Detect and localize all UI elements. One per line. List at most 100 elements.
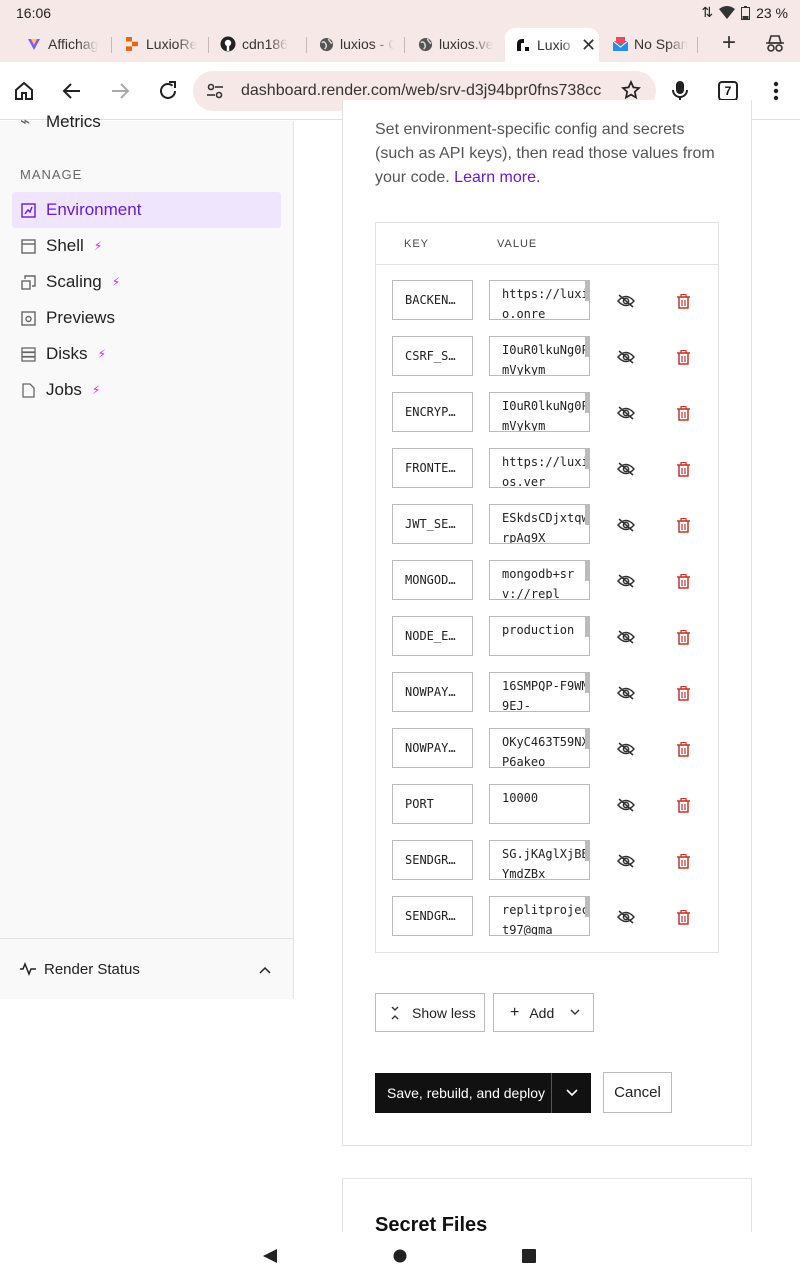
microphone-icon	[672, 81, 688, 101]
env-key-input[interactable]: NOWPAY…	[392, 728, 473, 768]
env-key-input[interactable]: PORT	[392, 784, 473, 824]
tab-luxios-ve[interactable]: luxios.ve	[417, 28, 493, 60]
section-label-manage: MANAGE	[20, 167, 83, 182]
delete-row-button[interactable]	[673, 402, 693, 424]
toggle-visibility-button[interactable]	[615, 458, 637, 480]
env-key-input[interactable]: ENCRYP…	[392, 392, 473, 432]
delete-row-button[interactable]	[673, 346, 693, 368]
env-key-input[interactable]: SENDGR…	[392, 840, 473, 880]
sidebar-item-environment[interactable]: Environment	[12, 192, 281, 228]
env-value-input[interactable]: 10000	[489, 784, 590, 824]
tab-luxio-active[interactable]: Luxio ✕	[505, 28, 599, 62]
sidebar-item-scaling[interactable]: Scaling ⚡	[12, 264, 281, 300]
nav-recents-icon[interactable]	[522, 1249, 536, 1263]
trash-icon	[676, 629, 690, 645]
delete-row-button[interactable]	[673, 570, 693, 592]
menu-button[interactable]	[761, 76, 791, 106]
env-value-input[interactable]: I0uR0lkuNg0PmVykym	[489, 392, 590, 432]
toggle-visibility-button[interactable]	[615, 514, 637, 536]
delete-row-button[interactable]	[673, 458, 693, 480]
env-key-input[interactable]: MONGOD…	[392, 560, 473, 600]
delete-row-button[interactable]	[673, 514, 693, 536]
back-button[interactable]	[57, 76, 87, 106]
env-key-input[interactable]: CSRF_S…	[392, 336, 473, 376]
delete-row-button[interactable]	[673, 626, 693, 648]
env-value-input[interactable]: ESkdsCDjxtqwrpAg9X	[489, 504, 590, 544]
toggle-visibility-button[interactable]	[615, 570, 637, 592]
home-button[interactable]	[9, 76, 39, 106]
value-column-header: VALUE	[497, 238, 538, 250]
sidebar-item-previews[interactable]: Previews	[12, 300, 281, 336]
delete-row-button[interactable]	[673, 738, 693, 760]
env-key-input[interactable]: BACKEN…	[392, 280, 473, 320]
show-less-button[interactable]: Show less	[375, 993, 485, 1032]
tab-luxios-c[interactable]: luxios - C	[318, 28, 394, 60]
toggle-visibility-button[interactable]	[615, 626, 637, 648]
env-value-input[interactable]: 16SMPQP-F9WM9EJ-	[489, 672, 590, 712]
tab-divider	[111, 37, 112, 53]
sidebar-item-metrics[interactable]: ⌁ Metrics	[20, 111, 101, 133]
toggle-visibility-button[interactable]	[615, 402, 637, 424]
new-tab-button[interactable]: +	[716, 29, 742, 56]
tab-github[interactable]: cdn186	[220, 28, 296, 60]
toggle-visibility-button[interactable]	[615, 682, 637, 704]
sidebar-item-disks[interactable]: Disks ⚡	[12, 336, 281, 372]
deploy-options-dropdown[interactable]	[551, 1073, 591, 1113]
tab-no-spam[interactable]: No Spam	[612, 28, 688, 60]
shell-icon	[20, 238, 36, 254]
env-value-input[interactable]: https://luxio.onre	[489, 280, 590, 320]
env-value-input[interactable]: OKyC463T59NXP6akeo	[489, 728, 590, 768]
nav-home-icon[interactable]	[393, 1249, 407, 1263]
env-key-input[interactable]: JWT_SE…	[392, 504, 473, 544]
env-key-input[interactable]: SENDGR…	[392, 896, 473, 936]
add-button[interactable]: + Add	[493, 993, 594, 1032]
learn-more-link[interactable]: Learn more.	[454, 169, 540, 186]
toggle-visibility-button[interactable]	[615, 738, 637, 760]
env-value-input[interactable]: mongodb+srv://repl	[489, 560, 590, 600]
close-tab-icon[interactable]: ✕	[581, 35, 596, 56]
tab-label: Luxio	[537, 37, 571, 53]
reload-icon	[160, 81, 176, 99]
sidebar-item-label: Metrics	[46, 112, 101, 131]
env-value-input[interactable]: SG.jKAglXjBBYmdZBx	[489, 840, 590, 880]
lightning-bolt-icon: ⚡	[93, 239, 103, 253]
nav-back-icon[interactable]	[262, 1248, 278, 1264]
show-less-label: Show less	[412, 1004, 476, 1021]
render-status-toggle[interactable]: Render Status	[0, 938, 293, 999]
status-right: ⇅ 23 %	[701, 4, 788, 21]
reload-button[interactable]	[153, 76, 183, 106]
env-key-input[interactable]: NODE_E…	[392, 616, 473, 656]
delete-row-button[interactable]	[673, 906, 693, 928]
toggle-visibility-button[interactable]	[615, 290, 637, 312]
sidebar-item-jobs[interactable]: Jobs ⚡	[12, 372, 281, 408]
toggle-visibility-button[interactable]	[615, 794, 637, 816]
env-key-input[interactable]: NOWPAY…	[392, 672, 473, 712]
toggle-visibility-button[interactable]	[615, 850, 637, 872]
tab-affichage[interactable]: Affichag	[26, 28, 102, 60]
battery-icon	[741, 5, 751, 20]
delete-row-button[interactable]	[673, 290, 693, 312]
incognito-button[interactable]	[762, 32, 788, 56]
toggle-visibility-button[interactable]	[615, 906, 637, 928]
forward-button[interactable]	[105, 76, 135, 106]
eye-off-icon	[617, 742, 635, 756]
delete-row-button[interactable]	[673, 850, 693, 872]
sidebar-item-shell[interactable]: Shell ⚡	[12, 228, 281, 264]
save-rebuild-deploy-button[interactable]: Save, rebuild, and deploy	[375, 1073, 591, 1113]
key-column-header: KEY	[404, 238, 430, 250]
env-value-input[interactable]: replitproject97@gma	[489, 896, 590, 936]
env-value-input[interactable]: I0uR0lkuNg0PmVykym	[489, 336, 590, 376]
delete-row-button[interactable]	[673, 682, 693, 704]
delete-row-button[interactable]	[673, 794, 693, 816]
lightning-bolt-icon: ⚡	[111, 275, 121, 289]
url-text[interactable]: dashboard.render.com/web/srv-d3j94bpr0fn…	[241, 82, 601, 100]
tab-luxiore[interactable]: LuxioRe	[124, 28, 198, 60]
site-settings-icon[interactable]	[206, 82, 224, 105]
toggle-visibility-button[interactable]	[615, 346, 637, 368]
table-row: JWT_SE… ESkdsCDjxtqwrpAg9X	[376, 504, 718, 544]
env-value-input[interactable]: production	[489, 616, 590, 656]
cancel-button[interactable]: Cancel	[603, 1072, 672, 1113]
plus-icon: +	[510, 1003, 520, 1021]
env-key-input[interactable]: FRONTE…	[392, 448, 473, 488]
env-value-input[interactable]: https://luxios.ver	[489, 448, 590, 488]
